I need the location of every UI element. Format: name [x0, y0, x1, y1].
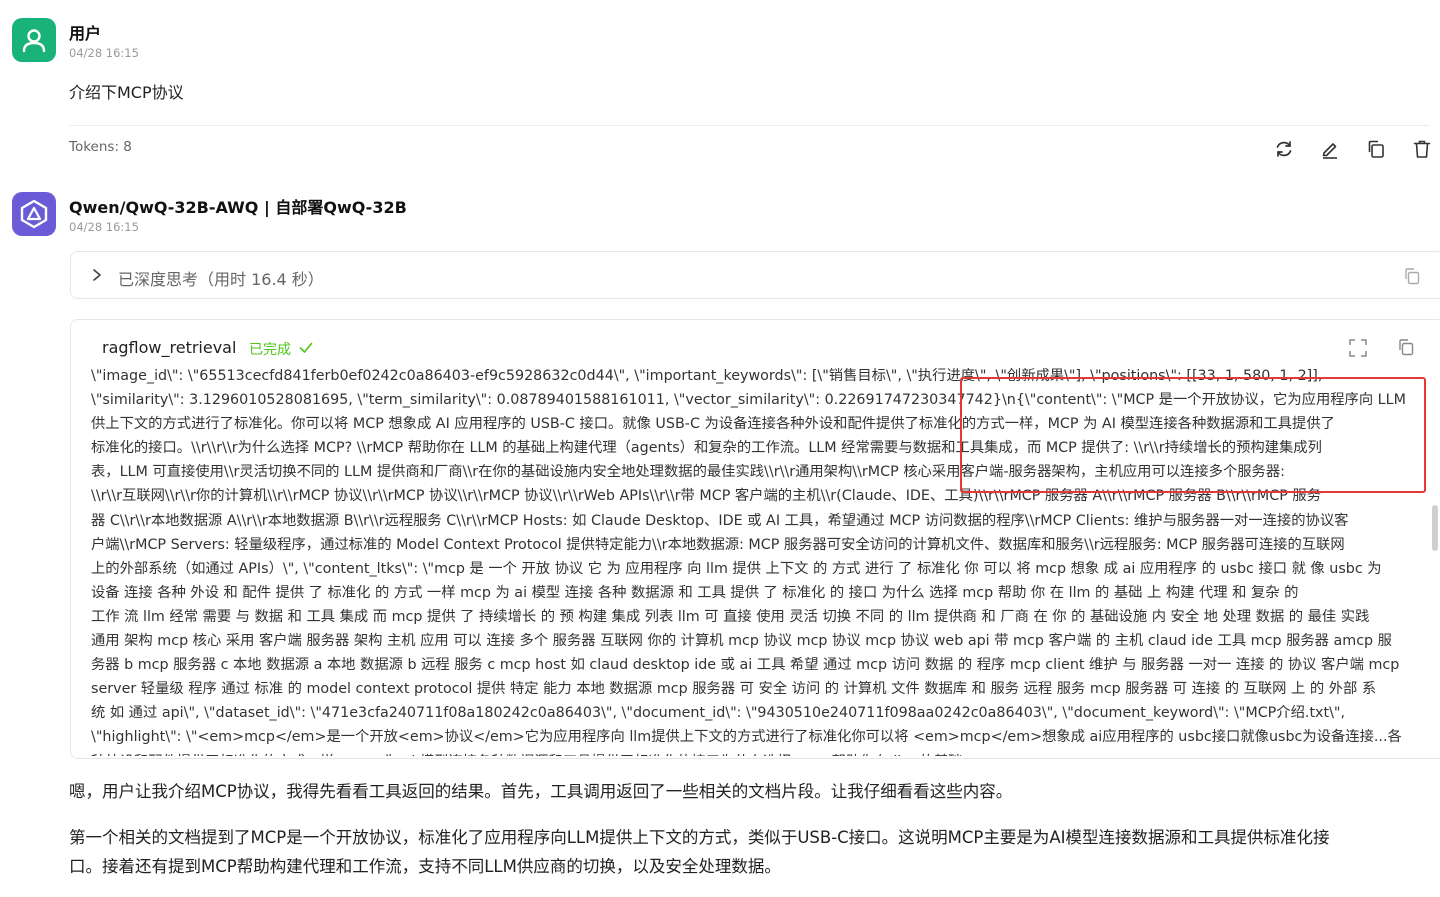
copy-icon[interactable]: [1402, 266, 1422, 286]
answer-paragraph-2-line-2: 口。接着还有提到MCP帮助构建代理和工作流，支持不同LLM供应商的切换，以及安全…: [69, 857, 781, 876]
copy-message-button[interactable]: [1364, 137, 1388, 161]
tool-result-line: server 轻量级 程序 通过 标准 的 model context prot…: [91, 681, 1377, 698]
user-icon: [22, 29, 46, 53]
delete-button[interactable]: [1410, 137, 1434, 161]
tool-name: ragflow_retrieval: [102, 338, 237, 357]
tool-result-line: 器 C\\r\\r本地数据源 A\\r\\r本地数据源 B\\r\\r远程服务 …: [91, 512, 1349, 529]
user-avatar: [12, 18, 56, 62]
copy-icon[interactable]: [1396, 337, 1416, 357]
tool-result-line: 户端\\rMCP Servers: 轻量级程序，通过标准的 Model Cont…: [91, 536, 1345, 553]
thinking-panel[interactable]: 已深度思考（用时 16.4 秒）: [70, 251, 1440, 299]
regenerate-button[interactable]: [1272, 137, 1296, 161]
message-divider: [69, 125, 1429, 126]
tool-result-line: 种外设和配件提供了标准化的方式一样，mcp 为 ai 模型连接各种数据源和工具提…: [91, 750, 1411, 757]
user-name: 用户: [69, 24, 102, 43]
tool-result-line: 上的外部系统（如通过 APIs）\", \"content_ltks\": \"…: [91, 560, 1382, 577]
expand-icon[interactable]: [1348, 338, 1368, 358]
model-message-time: 04/28 16:15: [69, 220, 139, 234]
refresh-icon: [1276, 141, 1292, 157]
user-message-text: 介绍下MCP协议: [69, 83, 184, 102]
token-count: Tokens: 8: [69, 139, 132, 155]
tool-result-line: 务器 b mcp 服务器 c 本地 数据源 a 本地 数据源 b 远程 服务 c…: [91, 657, 1400, 674]
check-icon: [300, 342, 313, 353]
chevron-right-icon[interactable]: [89, 266, 105, 284]
scrollbar-thumb[interactable]: [1432, 505, 1438, 551]
red-annotation-box: [960, 377, 1426, 493]
model-name: Qwen/QwQ-32B-AWQ | 自部署QwQ-32B: [69, 198, 407, 217]
copy-icon: [1368, 140, 1384, 158]
tool-status: 已完成: [249, 339, 313, 359]
user-message-time: 04/28 16:15: [69, 46, 139, 60]
trash-icon: [1413, 140, 1431, 158]
edit-button[interactable]: [1318, 137, 1342, 161]
thinking-label: 已深度思考（用时 16.4 秒）: [118, 270, 324, 289]
tool-status-label: 已完成: [249, 342, 291, 358]
answer-paragraph-1: 嗯，用户让我介绍MCP协议，我得先看看工具返回的结果。首先，工具调用返回了一些相…: [69, 782, 1013, 801]
tool-result-line: 通用 架构 mcp 核心 采用 客户端 服务器 架构 主机 应用 可以 连接 多…: [91, 633, 1392, 650]
tool-result-line: 设备 连接 各种 外设 和 配件 提供 了 标准化 的 方式 一样 mcp 为 …: [91, 584, 1299, 601]
qwen-logo-icon: [20, 199, 48, 229]
tool-result-line: 工作 流 llm 经常 需要 与 数据 和 工具 集成 而 mcp 提供 了 持…: [91, 608, 1370, 625]
tool-result-line: \"highlight\": \"<em>mcp</em>是一个开放<em>协议…: [91, 729, 1402, 746]
edit-icon: [1322, 143, 1337, 159]
model-avatar: [12, 192, 56, 236]
tool-result-line: 统 如 通过 api\", \"dataset_id\": \"471e3cfa…: [91, 705, 1346, 722]
answer-paragraph-2-line-1: 第一个相关的文档提到了MCP是一个开放协议，标准化了应用程序向LLM提供上下文的…: [69, 828, 1330, 847]
